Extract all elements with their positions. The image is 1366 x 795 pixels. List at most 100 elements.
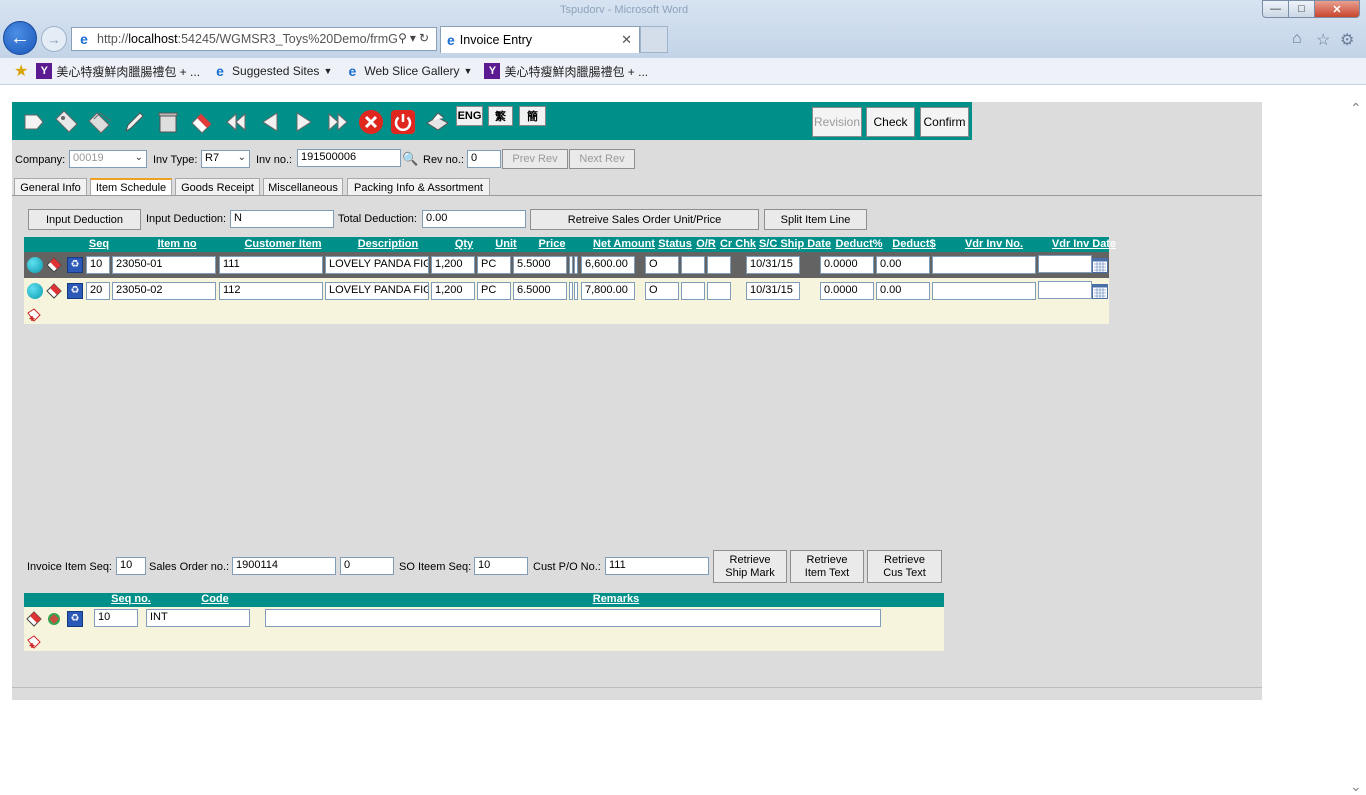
scroll-up-icon[interactable]: ⌃ [1350,100,1362,117]
select-row-icon[interactable] [27,257,43,273]
description-cell[interactable]: LOVELY PANDA FIG [325,256,429,274]
remarks-seq-cell[interactable]: 10 [94,609,138,627]
status-cell[interactable]: O [645,282,679,300]
window-close-button[interactable]: ✕ [1314,0,1360,18]
add-row-icon[interactable] [26,307,42,323]
address-tools[interactable]: ⚲▾↻ [398,31,432,45]
revision-button[interactable]: Revision [812,107,862,137]
print-icon[interactable] [423,108,450,135]
tag-icon[interactable] [52,108,79,135]
inv-no-field[interactable]: 191500006 [297,149,401,167]
sales-order-rev-field[interactable]: 0 [340,557,394,575]
tab-item-schedule[interactable]: Item Schedule [90,178,172,196]
cust-po-no-field[interactable]: 111 [605,557,709,575]
col-item-no[interactable]: Item no [140,238,214,250]
calendar-icon[interactable] [1092,257,1108,273]
lang-eng-button[interactable]: ENG [456,106,483,126]
minimize-button[interactable]: — [1262,0,1289,18]
col-remarks[interactable]: Remarks [564,593,668,605]
spacer-cell[interactable] [569,256,573,274]
tab-general-info[interactable]: General Info [14,178,87,196]
page-scrollbar[interactable]: ⌃ ⌄ [1346,86,1366,794]
total-deduction-field[interactable]: 0.00 [422,210,526,228]
vdr-inv-date-cell[interactable] [1038,255,1092,273]
ship-date-cell[interactable]: 10/31/15 [746,282,800,300]
vdr-inv-date-cell[interactable] [1038,281,1092,299]
erase-row-icon[interactable] [46,257,62,273]
deduct-pct-cell[interactable]: 0.0000 [820,282,874,300]
confirm-button[interactable]: Confirm [920,107,969,137]
lookup-code-icon[interactable] [46,611,62,627]
cust-item-cell[interactable]: 112 [219,282,323,300]
cr-chk-cell[interactable] [707,282,731,300]
delete-row-icon[interactable]: ♻ [67,257,83,273]
favorite-link-web-slice[interactable]: e Web Slice Gallery ▼ [344,63,472,79]
tab-packing-info[interactable]: Packing Info & Assortment [347,178,490,196]
new-document-icon[interactable] [20,108,47,135]
invoice-item-seq-field[interactable]: 10 [116,557,146,575]
deduct-amt-cell[interactable]: 0.00 [876,256,930,274]
price-cell[interactable]: 5.5000 [513,256,567,274]
retrieve-ship-mark-button[interactable]: Retrieve Ship Mark [713,550,787,583]
seq-cell[interactable]: 20 [86,282,110,300]
prev-rev-button[interactable]: Prev Rev [502,149,568,169]
col-qty[interactable]: Qty [442,238,486,250]
col-description[interactable]: Description [336,238,440,250]
retrieve-cus-text-button[interactable]: Retrieve Cus Text [867,550,942,583]
home-icon[interactable]: ⌂ [1292,30,1302,48]
qty-cell[interactable]: 1,200 [431,282,475,300]
input-deduction-button[interactable]: Input Deduction [28,209,141,230]
erase-row-icon[interactable] [46,283,62,299]
col-customer-item[interactable]: Customer Item [231,238,335,250]
col-seq[interactable]: Seq [86,238,112,250]
sales-order-no-field[interactable]: 1900114 [232,557,336,575]
chevron-down-icon[interactable]: ▼ [464,66,473,76]
rev-no-field[interactable]: 0 [467,150,501,168]
browser-tab-invoice-entry[interactable]: e Invoice Entry ✕ [440,26,640,53]
lang-traditional-button[interactable]: 繁 [488,106,513,126]
col-price[interactable]: Price [524,238,580,250]
next-rev-button[interactable]: Next Rev [569,149,635,169]
vdr-inv-no-cell[interactable] [932,256,1036,274]
col-deduct-amt[interactable]: Deduct$ [890,238,938,250]
forward-button[interactable]: → [41,26,67,52]
first-record-icon[interactable] [222,108,249,135]
so-item-seq-field[interactable]: 10 [474,557,528,575]
remarks-text-cell[interactable] [265,609,881,627]
settings-gear-icon[interactable]: ⚙ [1340,30,1354,50]
table-row[interactable]: ♻ 20 23050-02 112 LOVELY PANDA FIG 1,200… [24,278,1109,304]
split-item-line-button[interactable]: Split Item Line [764,209,867,230]
favorites-star-add-icon[interactable]: ★ [14,61,28,81]
seq-cell[interactable]: 10 [86,256,110,274]
col-cr-chk[interactable]: Cr Chk [719,238,757,250]
col-vdr-inv-date[interactable]: Vdr Inv Date [1050,238,1118,250]
chevron-down-icon[interactable]: ▼ [323,66,332,76]
inv-type-select[interactable]: R7 ⌄ [201,150,250,168]
next-record-icon[interactable] [290,108,317,135]
unit-cell[interactable]: PC [477,282,511,300]
eraser-icon[interactable] [188,108,215,135]
delete-row-icon[interactable]: ♻ [67,611,83,627]
delete-bin-icon[interactable] [154,108,181,135]
spacer-cell[interactable] [569,282,573,300]
net-amount-cell[interactable]: 7,800.00 [581,282,635,300]
col-or[interactable]: O/R [694,238,718,250]
favorite-link-1[interactable]: Y 美心特瘦鮮肉臘腸禮包 + ... [36,63,200,80]
ship-date-cell[interactable]: 10/31/15 [746,256,800,274]
scroll-down-icon[interactable]: ⌄ [1350,778,1362,795]
erase-row-icon[interactable] [26,611,42,627]
net-amount-cell[interactable]: 6,600.00 [581,256,635,274]
copy-tag-icon[interactable] [86,108,113,135]
select-row-icon[interactable] [27,283,43,299]
remarks-row[interactable]: ♻ 10 INT [24,605,944,631]
refresh-icon[interactable]: ↻ [419,31,432,45]
lang-simplified-button[interactable]: 簡 [519,106,546,126]
favorite-link-2[interactable]: Y 美心特瘦鮮肉臘腸禮包 + ... [484,63,648,80]
remarks-code-cell[interactable]: INT [146,609,250,627]
col-deduct-pct[interactable]: Deduct% [834,238,884,250]
col-status[interactable]: Status [657,238,693,250]
spacer-cell[interactable] [574,282,578,300]
table-row[interactable]: ♻ 10 23050-01 111 LOVELY PANDA FIG 1,200… [24,252,1109,278]
col-unit[interactable]: Unit [488,238,524,250]
col-vdr-inv-no[interactable]: Vdr Inv No. [944,238,1044,250]
